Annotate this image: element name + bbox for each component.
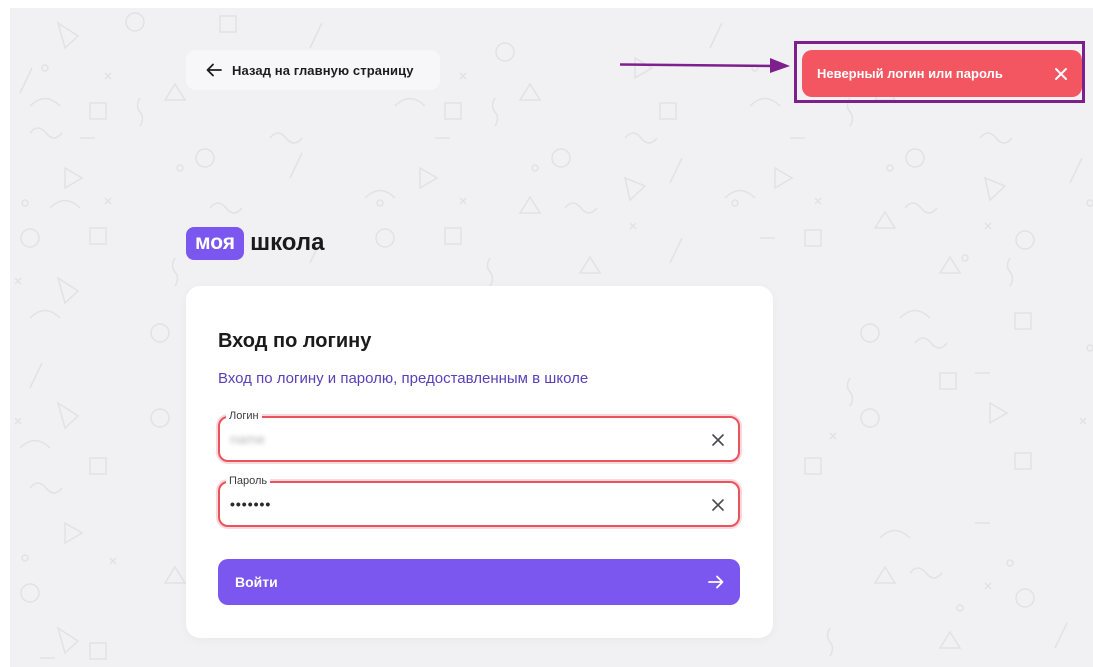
error-toast-message: Неверный логин или пароль — [817, 66, 1003, 81]
brand-logo: моя школа — [186, 224, 324, 262]
login-field: Логин — [218, 409, 740, 462]
error-toast: Неверный логин или пароль — [802, 50, 1082, 97]
login-title: Вход по логину — [218, 330, 372, 352]
annotation-arrow-icon — [620, 58, 790, 73]
login-submit-button[interactable]: Войти — [218, 559, 740, 605]
login-subtitle: Вход по логину и паролю, предоставленным… — [218, 370, 589, 387]
back-to-home-button[interactable]: Назад на главную страницу — [186, 50, 440, 90]
arrow-right-icon — [708, 575, 724, 589]
page-background: Назад на главную страницу Неверный логин… — [10, 8, 1093, 667]
clear-login-icon[interactable] — [712, 433, 724, 446]
password-field: Пароль — [218, 474, 740, 527]
close-icon[interactable] — [1054, 67, 1068, 81]
login-input[interactable] — [230, 427, 690, 451]
password-input[interactable] — [230, 492, 690, 516]
logo-badge: моя — [186, 226, 245, 260]
clear-password-icon[interactable] — [712, 498, 724, 511]
arrow-left-icon — [206, 63, 222, 77]
logo-word: школа — [250, 229, 325, 256]
login-card: Вход по логину Вход по логину и паролю, … — [186, 286, 773, 638]
password-field-label: Пароль — [226, 474, 271, 488]
login-submit-label: Войти — [235, 574, 278, 590]
login-field-label: Логин — [226, 409, 262, 423]
back-to-home-label: Назад на главную страницу — [232, 62, 414, 78]
